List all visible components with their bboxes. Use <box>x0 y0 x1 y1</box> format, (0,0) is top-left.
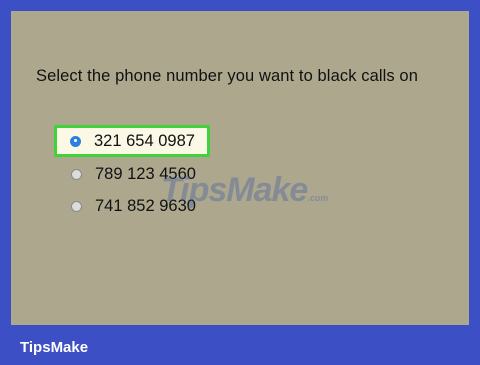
phone-number-label: 321 654 0987 <box>94 131 195 150</box>
phone-number-label: 741 852 9630 <box>95 196 196 215</box>
footer-brand: TipsMake <box>20 339 89 356</box>
selection-panel: Select the phone number you want to blac… <box>11 11 469 325</box>
radio-unselected-icon[interactable] <box>71 168 82 180</box>
prompt-text: Select the phone number you want to blac… <box>36 67 418 85</box>
phone-number-label: 789 123 4560 <box>95 164 196 183</box>
image-frame: Select the phone number you want to blac… <box>0 0 480 365</box>
radio-selected-icon[interactable] <box>70 135 81 147</box>
phone-option-1[interactable]: 321 654 0987 <box>54 125 210 157</box>
phone-option-2[interactable]: 789 123 4560 <box>57 161 196 187</box>
radio-unselected-icon[interactable] <box>71 200 82 212</box>
watermark-suffix: .com <box>307 193 329 203</box>
phone-option-3[interactable]: 741 852 9630 <box>57 193 196 219</box>
